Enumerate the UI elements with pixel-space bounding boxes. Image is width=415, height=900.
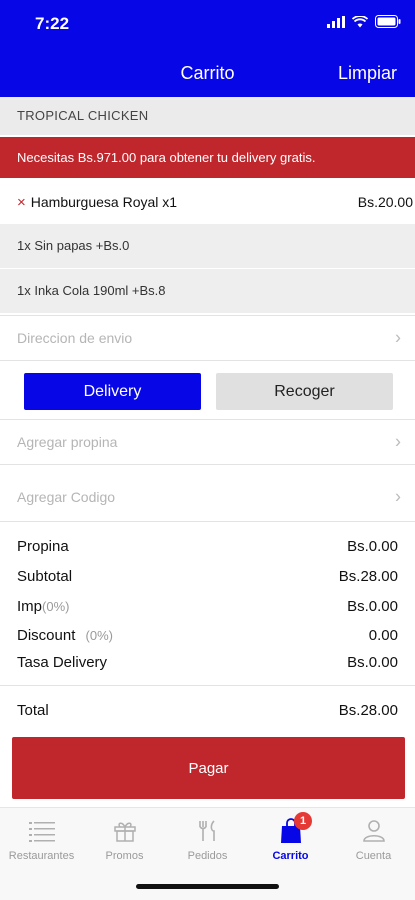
- summary-tip-label: Propina: [17, 538, 69, 555]
- chevron-right-icon: ›: [395, 327, 401, 348]
- pay-button[interactable]: Pagar: [12, 737, 405, 799]
- summary-total-row: Total Bs.28.00: [17, 702, 398, 719]
- list-icon: [28, 822, 55, 842]
- tab-label: Pedidos: [187, 850, 228, 862]
- summary-tax-row: Imp(0%) Bs.0.00: [17, 598, 398, 615]
- status-time: 7:22: [35, 14, 70, 33]
- summary-tax-percent: (0%): [42, 599, 70, 614]
- add-code-row[interactable]: Agregar Codigo ›: [0, 472, 415, 522]
- app-header: 7:22 Carrito Limpiar: [0, 0, 415, 97]
- summary-tip-value: Bs.0.00: [347, 538, 398, 555]
- fork-knife-icon: [198, 820, 215, 841]
- restaurant-name: TROPICAL CHICKEN: [0, 97, 415, 135]
- shipping-method-toggle: Delivery Recoger: [0, 362, 415, 418]
- tab-restaurantes[interactable]: Restaurantes: [0, 818, 83, 862]
- gift-icon: [113, 822, 136, 842]
- tab-cuenta[interactable]: Cuenta: [332, 818, 415, 862]
- chevron-right-icon: ›: [395, 431, 401, 452]
- chevron-right-icon: ›: [395, 486, 401, 506]
- tab-label: Cuenta: [355, 850, 392, 862]
- pickup-button[interactable]: Recoger: [216, 373, 393, 410]
- summary-tax-value: Bs.0.00: [347, 598, 398, 615]
- clear-cart-button[interactable]: Limpiar: [338, 63, 397, 84]
- shipping-address-row[interactable]: Direccion de envio ›: [0, 315, 415, 361]
- cart-item-price: Bs.20.00: [357, 194, 413, 210]
- free-delivery-alert: Necesitas Bs.971.00 para obtener tu deli…: [0, 137, 415, 178]
- home-indicator: [136, 884, 279, 889]
- summary-tip-row: Propina Bs.0.00: [17, 538, 398, 555]
- tab-promos[interactable]: Promos: [83, 818, 166, 862]
- cart-item: × Hamburguesa Royal x1 Bs.20.00: [0, 181, 415, 223]
- summary-discount-label: Discount: [17, 627, 76, 644]
- summary-delivery-fee-row: Tasa Delivery Bs.0.00: [17, 654, 398, 671]
- tab-carrito[interactable]: 1 Carrito: [249, 812, 332, 862]
- remove-item-icon[interactable]: ×: [17, 194, 26, 211]
- summary-delivery-fee-value: Bs.0.00: [347, 654, 398, 671]
- summary-discount-value: 0.00: [368, 627, 398, 644]
- delivery-button[interactable]: Delivery: [24, 373, 201, 410]
- status-icons: [327, 15, 401, 28]
- signal-icon: [327, 15, 345, 28]
- cart-item-name: Hamburguesa Royal x1: [30, 194, 178, 210]
- cart-item-option: 1x Sin papas +Bs.0: [0, 224, 415, 268]
- summary-discount-percent: (0%): [85, 628, 113, 643]
- user-icon: [362, 820, 385, 842]
- cart-item-option: 1x Inka Cola 190ml +Bs.8: [0, 269, 415, 313]
- summary-total-label: Total: [17, 702, 49, 719]
- add-tip-row[interactable]: Agregar propina ›: [0, 419, 415, 465]
- tab-label: Carrito: [272, 850, 309, 862]
- summary-delivery-fee-label: Tasa Delivery: [17, 654, 108, 671]
- shipping-address-placeholder: Direccion de envio: [17, 330, 133, 346]
- summary-total-value: Bs.28.00: [338, 702, 398, 719]
- summary-subtotal-label: Subtotal: [17, 568, 73, 585]
- summary-subtotal-value: Bs.28.00: [338, 568, 398, 585]
- add-code-placeholder: Agregar Codigo: [17, 488, 116, 505]
- tab-pedidos[interactable]: Pedidos: [166, 818, 249, 862]
- tab-label: Promos: [105, 850, 144, 862]
- summary-tax-label: Imp: [17, 598, 43, 615]
- summary-divider: [0, 685, 415, 686]
- summary-subtotal-row: Subtotal Bs.28.00: [17, 568, 398, 585]
- wifi-icon: [352, 15, 368, 27]
- tab-label: Restaurantes: [8, 850, 75, 862]
- battery-icon: [375, 15, 401, 28]
- add-tip-placeholder: Agregar propina: [17, 434, 118, 450]
- cart-badge: 1: [294, 812, 312, 830]
- summary-discount-row: Discount (0%) 0.00: [17, 627, 398, 644]
